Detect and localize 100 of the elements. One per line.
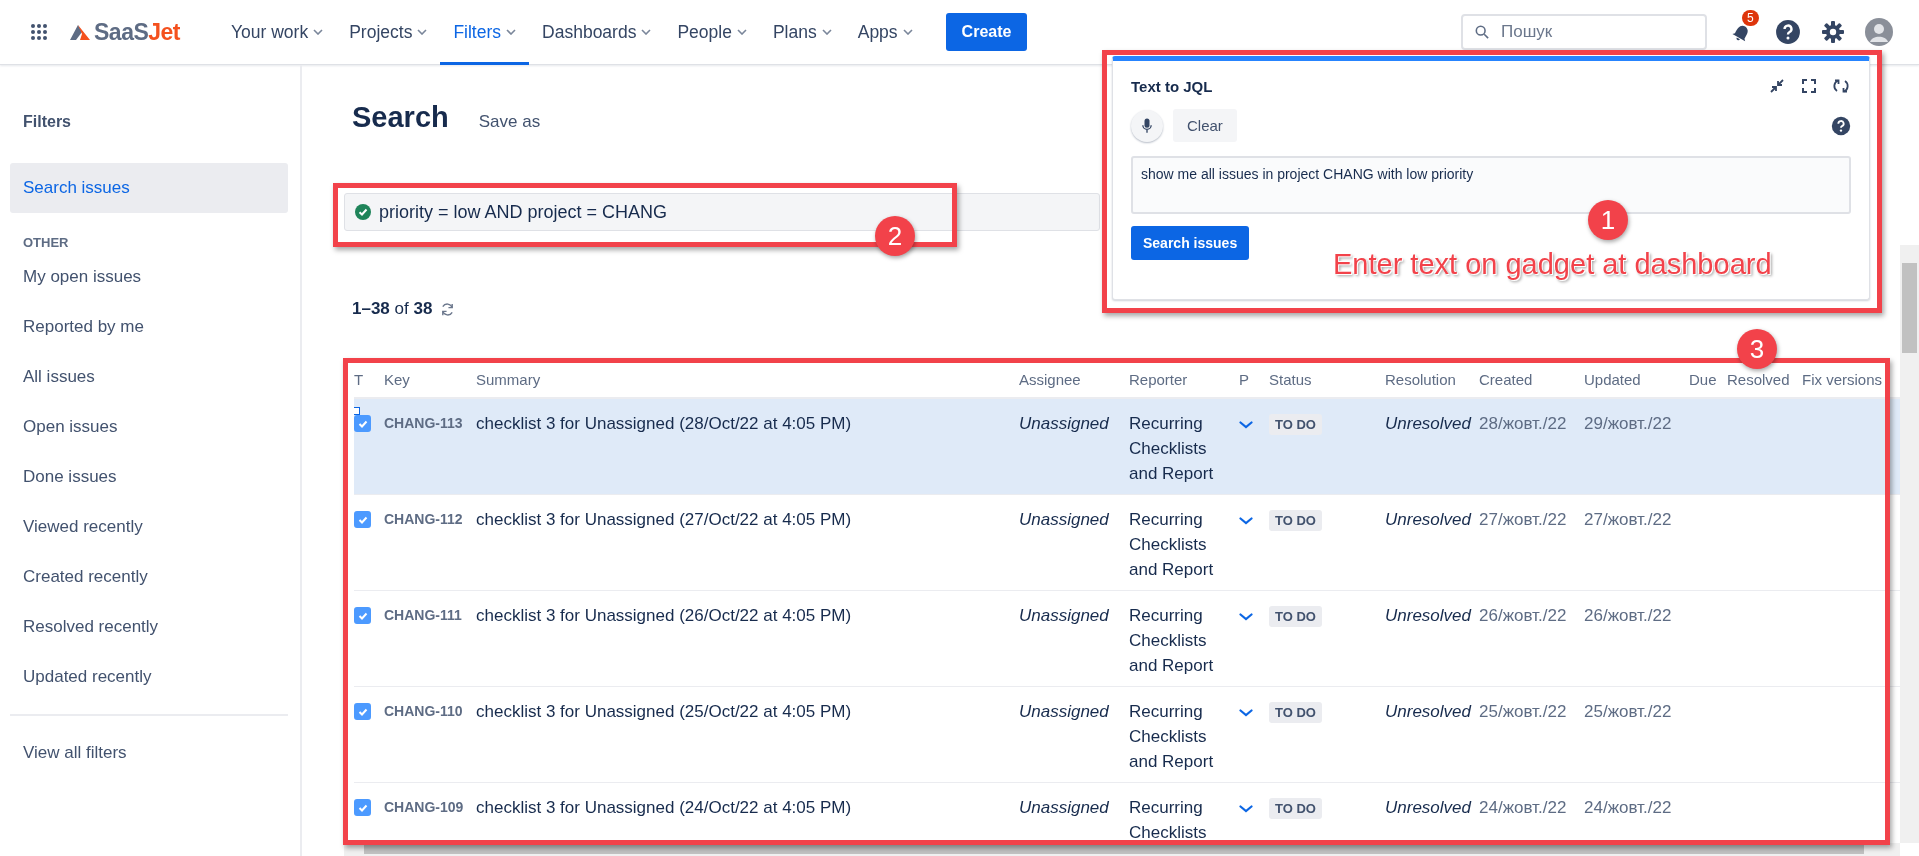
issue-key[interactable]: CHANG-111 xyxy=(384,591,476,686)
column-header[interactable]: Summary xyxy=(476,370,1019,388)
issue-summary[interactable]: checklist 3 for Unassigned (25/Oct/22 at 4:05 PM) xyxy=(476,687,1019,782)
status-lozenge: TO DO xyxy=(1269,606,1322,627)
nav-tab[interactable]: Plans xyxy=(759,0,845,65)
sidebar-item[interactable]: Done issues xyxy=(10,452,288,502)
sidebar-item[interactable]: Reported by me xyxy=(10,302,288,352)
caret-icon xyxy=(313,29,324,35)
assignee-cell-text: Unassigned xyxy=(1019,413,1110,435)
issue-summary[interactable]: checklist 3 for Unassigned (27/Oct/22 at 4:05 PM) xyxy=(476,495,1019,590)
resolution-cell-text: Unresolved xyxy=(1385,797,1473,819)
save-as-link[interactable]: Save as xyxy=(478,112,541,132)
sidebar-item[interactable]: My open issues xyxy=(10,252,288,302)
sidebar-item[interactable]: Viewed recently xyxy=(10,502,288,552)
result-count: 1–38 of 38 xyxy=(352,299,433,319)
row-checkbox[interactable] xyxy=(354,703,371,720)
assignee-cell-text: Unassigned xyxy=(1019,509,1110,531)
notification-badge: 5 xyxy=(1742,10,1759,26)
sidebar-item[interactable]: Created recently xyxy=(10,552,288,602)
nav-tab[interactable]: Filters xyxy=(440,0,530,65)
nav-tab[interactable]: Apps xyxy=(844,0,926,65)
refresh-icon[interactable] xyxy=(440,301,456,317)
issue-summary[interactable]: checklist 3 for Unassigned (28/Oct/22 at 4:05 PM) xyxy=(476,399,1019,494)
nav-tab[interactable]: Dashboards xyxy=(529,0,665,65)
issue-key[interactable]: CHANG-113 xyxy=(384,399,476,494)
page-title: Search xyxy=(352,101,449,134)
date-cell-text: 24/жовт./22 xyxy=(1479,797,1568,819)
chevron-down-icon xyxy=(1239,613,1253,621)
minimize-icon[interactable] xyxy=(1769,78,1785,94)
help-icon[interactable] xyxy=(1831,115,1851,136)
sidebar-item[interactable]: All issues xyxy=(10,352,288,402)
column-header[interactable]: Status xyxy=(1269,370,1385,388)
issue-row[interactable]: CHANG-113 checklist 3 for Unassigned (28/Oct/22 at 4:05 PM) Unassigned Recurring Checklists and Report TO DO Unresolved 28/жовт./22 29/жовт./22 xyxy=(354,399,1900,495)
issue-row[interactable]: CHANG-112 checklist 3 for Unassigned (27/Oct/22 at 4:05 PM) Unassigned Recurring Checklists and Report TO DO Unresolved 27/жовт./22 27/жовт./22 xyxy=(354,495,1900,591)
logo-text[interactable]: SaaSJet xyxy=(94,18,180,46)
date-cell-text: 26/жовт./22 xyxy=(1584,605,1673,627)
column-header[interactable]: Reporter xyxy=(1129,370,1239,388)
date-cell-text: 26/жовт./22 xyxy=(1479,605,1568,627)
caret-icon xyxy=(821,29,832,35)
row-checkbox[interactable] xyxy=(354,799,371,816)
caret-icon xyxy=(417,29,428,35)
issue-key[interactable]: CHANG-112 xyxy=(384,495,476,590)
column-header[interactable]: Created xyxy=(1479,370,1584,388)
chevron-down-icon xyxy=(1239,709,1253,717)
fullscreen-icon[interactable] xyxy=(1801,78,1817,94)
row-checkbox[interactable] xyxy=(354,415,371,432)
refresh-icon[interactable] xyxy=(1833,78,1849,94)
create-button[interactable]: Create xyxy=(945,13,1028,51)
row-checkbox[interactable] xyxy=(354,511,371,528)
assignee-cell-text: Unassigned xyxy=(1019,701,1110,723)
chevron-down-icon xyxy=(1239,805,1253,813)
caret-icon xyxy=(641,29,652,35)
microphone-button[interactable] xyxy=(1131,109,1163,142)
sidebar-item[interactable]: Open issues xyxy=(10,402,288,452)
column-header[interactable]: Fix versions xyxy=(1802,370,1900,388)
search-issues-button[interactable]: Search issues xyxy=(1131,226,1250,260)
column-header[interactable]: T xyxy=(354,370,384,388)
gadget-title: Text to JQL xyxy=(1131,77,1213,95)
row-checkbox[interactable] xyxy=(354,607,371,624)
issue-row[interactable]: CHANG-110 checklist 3 for Unassigned (25/Oct/22 at 4:05 PM) Unassigned Recurring Checklists and Report TO DO Unresolved 25/жовт./22 25/жовт./22 xyxy=(354,687,1900,783)
annotation-caption: Enter text on gadget at dashboard xyxy=(1333,248,1772,281)
column-header[interactable]: Updated xyxy=(1584,370,1689,388)
nav-tab[interactable]: Projects xyxy=(336,0,441,65)
chevron-down-icon xyxy=(1239,517,1253,525)
sidebar-item[interactable]: Updated recently xyxy=(10,652,288,702)
microphone-icon xyxy=(1142,117,1152,134)
date-cell-text: 27/жовт./22 xyxy=(1479,509,1568,531)
column-header[interactable]: Key xyxy=(384,370,476,388)
column-header[interactable]: Assignee xyxy=(1019,370,1129,388)
issue-summary[interactable]: checklist 3 for Unassigned (24/Oct/22 at 4:05 PM) xyxy=(476,783,1019,843)
sidebar-link[interactable]: View all filters xyxy=(10,728,288,778)
sidebar-item[interactable]: Search issues xyxy=(10,163,288,213)
resolution-cell-text: Unresolved xyxy=(1385,701,1473,723)
date-cell-text: 25/жовт./22 xyxy=(1584,701,1673,723)
date-cell-text: 28/жовт./22 xyxy=(1479,413,1568,435)
issue-summary[interactable]: checklist 3 for Unassigned (26/Oct/22 at 4:05 PM) xyxy=(476,591,1019,686)
issue-key[interactable]: CHANG-109 xyxy=(384,783,476,843)
column-header[interactable]: Due xyxy=(1689,370,1727,388)
issue-row[interactable]: CHANG-111 checklist 3 for Unassigned (26/Oct/22 at 4:05 PM) Unassigned Recurring Checklists and Report TO DO Unresolved 26/жовт./22 26/жовт./22 xyxy=(354,591,1900,687)
reporter-cell-text: Recurring Checklists and Report xyxy=(1129,509,1215,581)
search-field[interactable]: Пошук xyxy=(1461,14,1707,50)
status-lozenge: TO DO xyxy=(1269,414,1322,435)
column-header[interactable]: Resolution xyxy=(1385,370,1479,388)
vertical-scrollbar[interactable] xyxy=(1900,245,1919,843)
nav-tab[interactable]: Your work xyxy=(218,0,337,65)
column-header[interactable]: Resolved xyxy=(1727,370,1802,388)
clear-button[interactable]: Clear xyxy=(1173,109,1237,142)
sidebar-title: Filters xyxy=(22,113,72,132)
resolution-cell-text: Unresolved xyxy=(1385,413,1473,435)
column-header[interactable]: P xyxy=(1239,370,1269,388)
chevron-down-icon xyxy=(1239,421,1253,429)
caret-icon xyxy=(736,29,747,35)
sidebar-item[interactable]: Resolved recently xyxy=(10,602,288,652)
app-switcher-icon[interactable] xyxy=(30,23,48,41)
avatar-icon[interactable] xyxy=(1865,18,1893,46)
reporter-cell-text: Recurring Checklists and Report xyxy=(1129,605,1215,677)
nav-tab[interactable]: People xyxy=(664,0,760,65)
focus-marker xyxy=(354,407,360,415)
help-icon[interactable] xyxy=(1775,19,1801,45)
issue-key[interactable]: CHANG-110 xyxy=(384,687,476,782)
